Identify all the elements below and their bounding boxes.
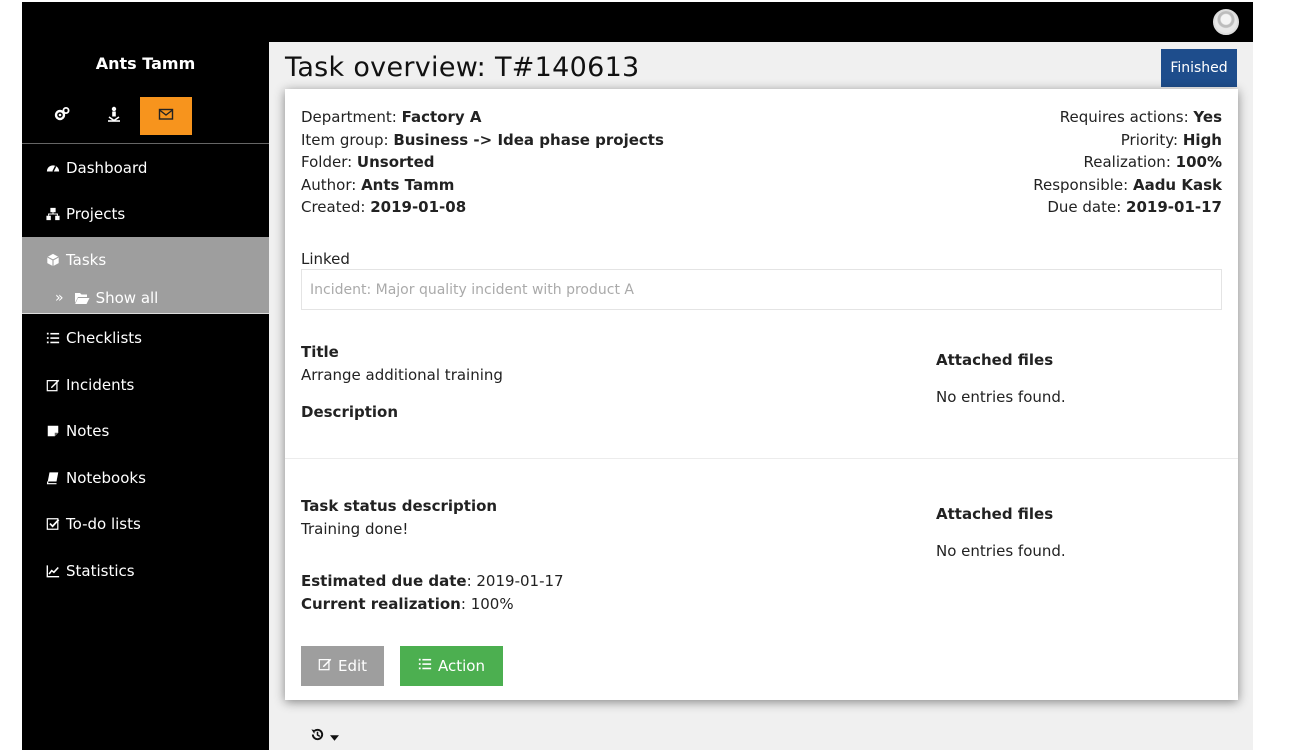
sidebar-item-label: Incidents xyxy=(66,376,135,394)
sitemap-icon xyxy=(44,207,62,221)
sidebar-item-dashboard[interactable]: Dashboard xyxy=(22,145,269,191)
meta-created: Created: 2019-01-08 xyxy=(301,198,467,216)
meta-realization: Realization: 100% xyxy=(1083,153,1222,171)
action-button[interactable]: Action xyxy=(400,646,503,686)
history-icon xyxy=(310,727,325,746)
sidebar-subitem-label: Show all xyxy=(95,288,159,307)
user-avatar[interactable] xyxy=(1213,9,1239,35)
meta-priority: Priority: High xyxy=(1120,130,1222,149)
cogs-icon xyxy=(54,106,70,126)
edit-icon xyxy=(44,378,62,392)
action-button-label: Action xyxy=(438,657,485,675)
status-description-heading: Task status description xyxy=(301,497,498,515)
sidebar-divider xyxy=(22,143,269,144)
top-bar xyxy=(22,2,1253,42)
user-down-icon xyxy=(106,106,122,126)
line-chart-icon xyxy=(44,564,62,578)
meta-author: Author: Ants Tamm xyxy=(301,175,455,194)
sidebar-item-label: Statistics xyxy=(66,562,135,580)
current-realization: Current realization: 100% xyxy=(301,595,514,613)
meta-department: Department: Factory A xyxy=(301,108,482,126)
sidebar-item-notebooks[interactable]: Notebooks xyxy=(22,455,269,501)
sidebar-item-label: Notes xyxy=(66,422,110,440)
page-title: Task overview: T#140613 xyxy=(285,52,640,83)
section-divider xyxy=(285,458,1238,459)
check-square-icon xyxy=(44,517,62,531)
sidebar-item-notes[interactable]: Notes xyxy=(22,408,269,454)
app-window: Ants Tamm Dashboard Projects Tasks » Sho… xyxy=(22,2,1253,750)
sidebar-item-label: To-do lists xyxy=(66,515,141,533)
list-ol-icon xyxy=(44,331,62,345)
attached-files-heading-2: Attached files xyxy=(936,505,1054,523)
sidebar-item-statistics[interactable]: Statistics xyxy=(22,548,269,594)
estimated-due-date: Estimated due date: 2019-01-17 xyxy=(301,572,564,590)
user-name: Ants Tamm xyxy=(95,54,196,73)
messages-button[interactable] xyxy=(140,97,192,135)
sidebar-item-tasks[interactable]: Tasks xyxy=(22,237,269,283)
title-value: Arrange additional training xyxy=(301,366,503,384)
profile-button[interactable] xyxy=(88,97,140,135)
edit-button-label: Edit xyxy=(337,657,368,675)
sidebar-item-label: Tasks xyxy=(66,251,107,269)
meta-responsible: Responsible: Aadu Kask xyxy=(1033,175,1222,194)
sidebar-item-label: Notebooks xyxy=(66,469,146,487)
meta-due-date: Due date: 2019-01-17 xyxy=(1047,198,1222,216)
title-heading: Title xyxy=(301,343,339,361)
settings-button[interactable] xyxy=(36,97,88,135)
edit-button[interactable]: Edit xyxy=(301,646,384,686)
attached-files-heading: Attached files xyxy=(936,351,1054,369)
meta-folder: Folder: Unsorted xyxy=(301,153,435,171)
sidebar-item-checklists[interactable]: Checklists xyxy=(22,315,269,361)
list-ol-icon xyxy=(418,657,438,675)
status-badge: Finished xyxy=(1161,49,1237,87)
sticky-note-icon xyxy=(44,424,62,438)
attached-files-empty-2: No entries found. xyxy=(936,542,1066,560)
description-heading: Description xyxy=(301,403,399,421)
double-chevron-right-icon: » xyxy=(55,289,64,306)
book-icon xyxy=(44,471,62,485)
sidebar-item-todo-lists[interactable]: To-do lists xyxy=(22,501,269,547)
envelope-icon xyxy=(158,106,174,126)
sidebar-item-label: Projects xyxy=(66,205,126,223)
status-description-value: Training done! xyxy=(301,520,409,538)
linked-item-link[interactable]: Incident: Major quality incident with pr… xyxy=(301,269,1222,310)
cube-icon xyxy=(44,253,62,267)
sidebar-item-label: Checklists xyxy=(66,329,142,347)
meta-item-group: Item group: Business -> Idea phase proje… xyxy=(301,130,664,149)
sidebar-item-label: Dashboard xyxy=(66,159,148,177)
meta-right: Requires actions: Yes Priority: High Rea… xyxy=(1033,106,1222,219)
task-card: Department: Factory A Item group: Busine… xyxy=(285,89,1238,700)
meta-requires-actions: Requires actions: Yes xyxy=(1059,108,1222,126)
caret-down-icon xyxy=(330,729,339,745)
linked-label: Linked xyxy=(301,250,350,268)
sidebar-item-projects[interactable]: Projects xyxy=(22,191,269,237)
dashboard-icon xyxy=(44,161,62,175)
sidebar-subitem-show-all[interactable]: » Show all xyxy=(22,282,269,314)
sidebar: Ants Tamm Dashboard Projects Tasks » Sho… xyxy=(22,42,269,750)
edit-icon xyxy=(318,657,338,675)
meta-left: Department: Factory A Item group: Busine… xyxy=(301,106,664,219)
history-dropdown[interactable] xyxy=(310,727,339,746)
attached-files-empty: No entries found. xyxy=(936,388,1066,406)
sidebar-item-incidents[interactable]: Incidents xyxy=(22,362,269,408)
folder-open-icon xyxy=(74,291,90,305)
